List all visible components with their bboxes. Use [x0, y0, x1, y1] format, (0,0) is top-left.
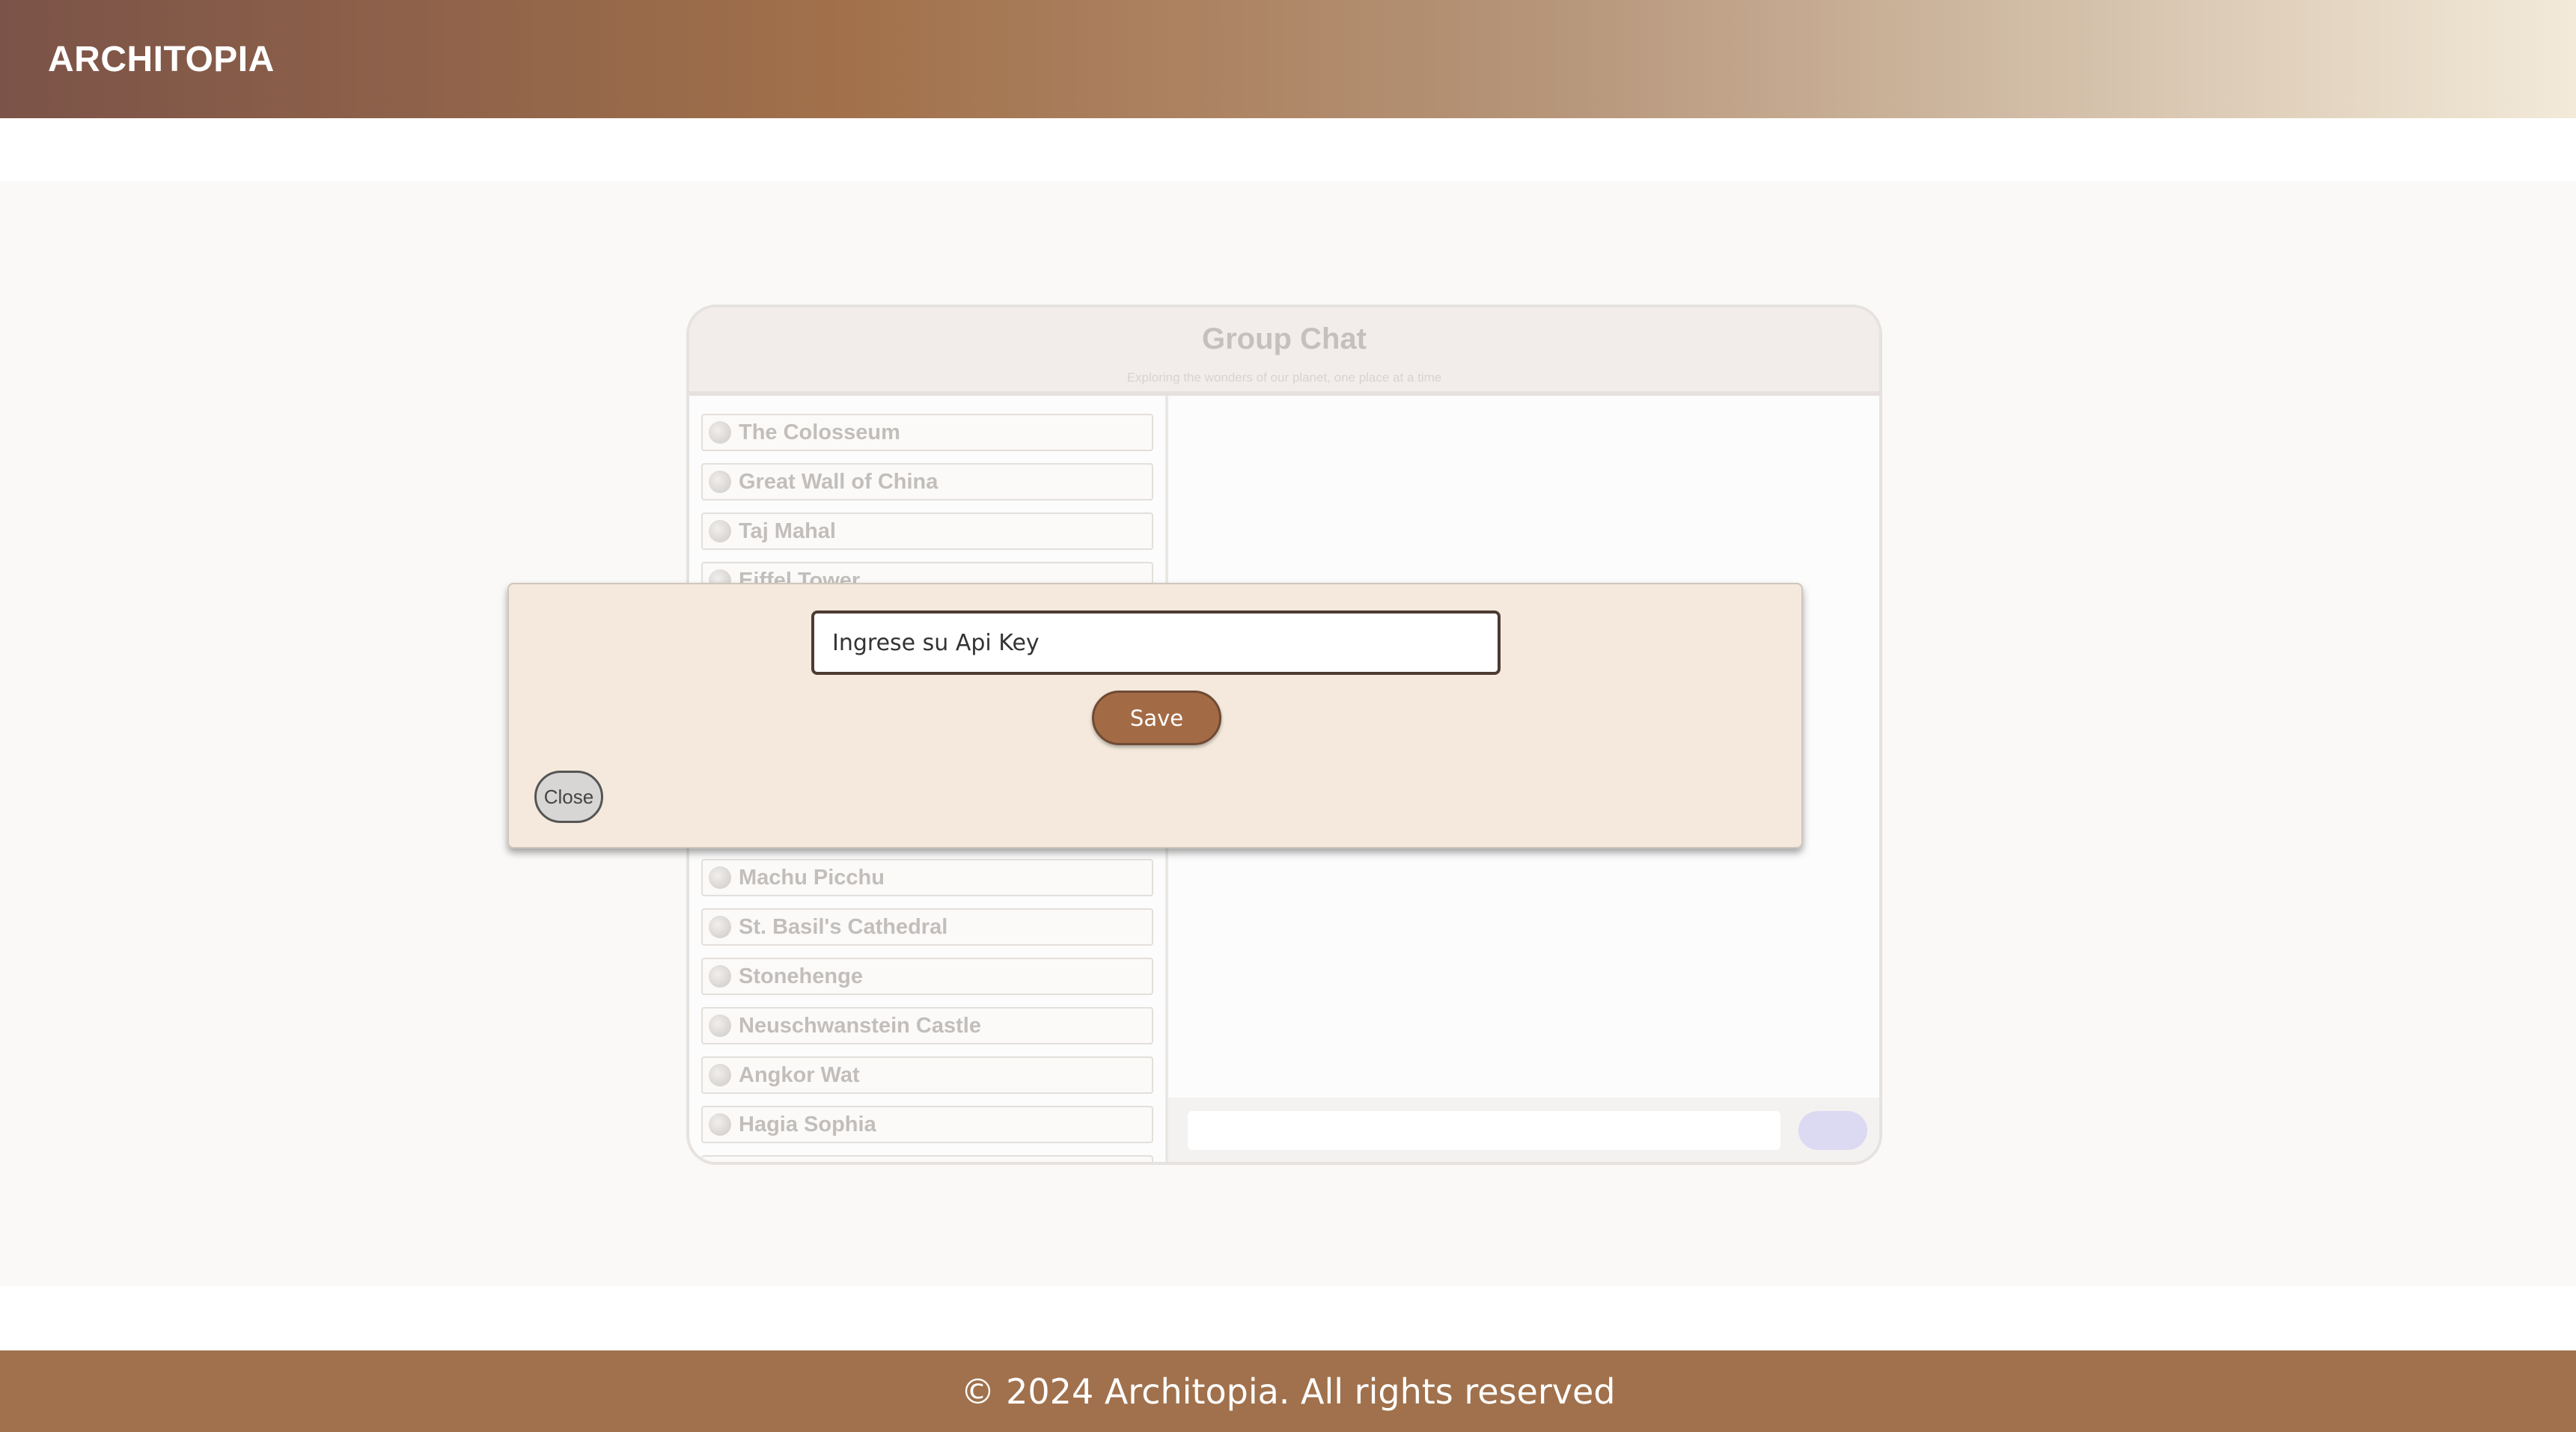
close-button[interactable]: Close: [534, 771, 603, 823]
site-logo[interactable]: ARCHITOPIA: [48, 39, 275, 80]
place-thumbnail: [709, 1163, 731, 1165]
place-label: Neuschwanstein Castle: [739, 1013, 981, 1038]
place-thumbnail: [709, 965, 731, 988]
place-item-taj-mahal[interactable]: Taj Mahal: [701, 512, 1153, 550]
place-label: Hagia Sophia: [739, 1112, 876, 1136]
place-thumbnail: [709, 1113, 731, 1136]
chat-subtitle: Exploring the wonders of our planet, one…: [1126, 370, 1442, 385]
place-thumbnail: [709, 916, 731, 938]
api-key-input[interactable]: [811, 611, 1501, 675]
place-thumbnail: [709, 471, 731, 493]
place-label: The Colosseum: [739, 420, 900, 444]
chat-input-bar: [1168, 1098, 1879, 1162]
place-label: Stonehenge: [739, 964, 863, 988]
place-item-hagia-sophia[interactable]: Hagia Sophia: [701, 1106, 1153, 1143]
chat-message-input[interactable]: [1188, 1111, 1780, 1150]
copyright-text: © 2024 Architopia. All rights reserved: [960, 1371, 1616, 1412]
send-button[interactable]: [1798, 1111, 1867, 1150]
place-label: Machu Picchu: [739, 865, 885, 890]
place-item-stonehenge[interactable]: Stonehenge: [701, 958, 1153, 995]
place-item-neuschwanstein-castle[interactable]: Neuschwanstein Castle: [701, 1007, 1153, 1044]
place-thumbnail: [709, 1015, 731, 1037]
chat-header: Group Chat Exploring the wonders of our …: [689, 307, 1879, 396]
place-label: Great Wall of China: [739, 469, 938, 494]
api-key-modal: Save Close: [507, 583, 1803, 848]
place-item-st-basils-cathedral[interactable]: St. Basil's Cathedral: [701, 908, 1153, 946]
save-button[interactable]: Save: [1092, 691, 1221, 745]
site-footer: © 2024 Architopia. All rights reserved: [0, 1350, 2576, 1432]
place-item-angkor-wat[interactable]: Angkor Wat: [701, 1056, 1153, 1094]
list-item[interactable]: [701, 1155, 1153, 1165]
place-item-the-colosseum[interactable]: The Colosseum: [701, 414, 1153, 451]
place-thumbnail: [709, 1064, 731, 1086]
place-thumbnail: [709, 866, 731, 889]
chat-title: Group Chat: [1202, 322, 1367, 355]
place-thumbnail: [709, 520, 731, 542]
site-header: ARCHITOPIA: [0, 0, 2576, 118]
place-label: St. Basil's Cathedral: [739, 914, 948, 939]
place-item-machu-picchu[interactable]: Machu Picchu: [701, 859, 1153, 896]
place-label: Angkor Wat: [739, 1062, 860, 1087]
place-item-great-wall-of-china[interactable]: Great Wall of China: [701, 463, 1153, 501]
place-label: Taj Mahal: [739, 518, 836, 543]
place-thumbnail: [709, 421, 731, 444]
